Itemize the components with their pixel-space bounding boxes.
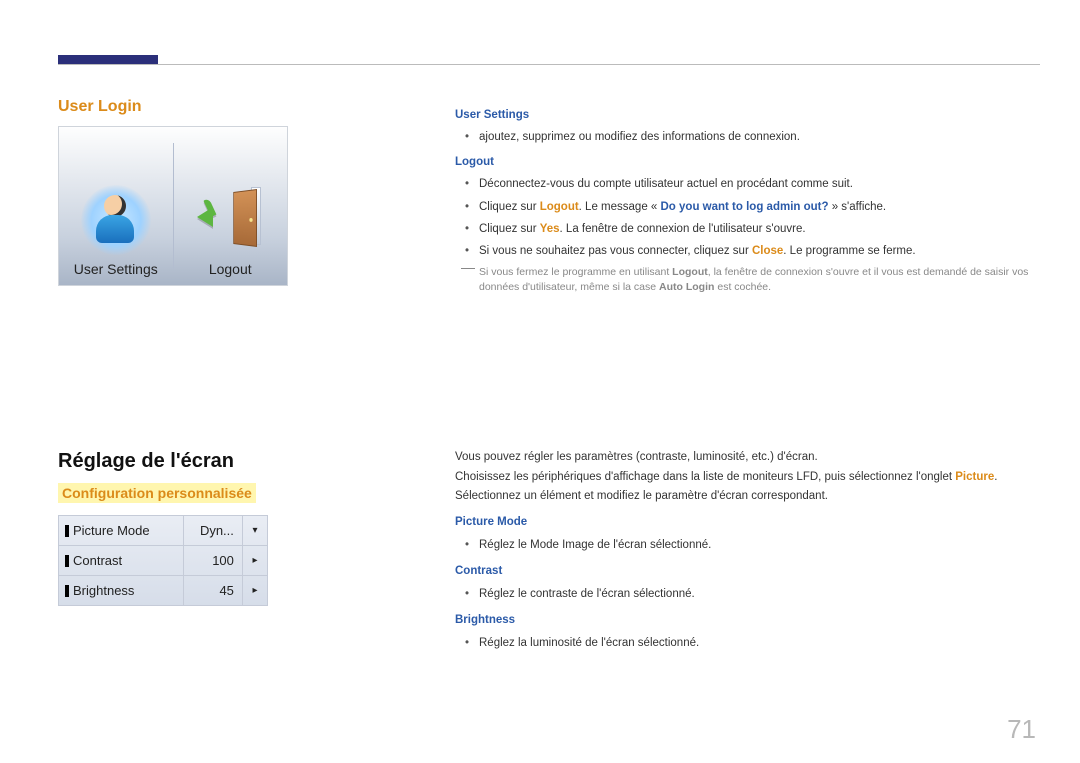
user-login-heading: User Login: [58, 98, 288, 116]
logout-note: Si vous fermez le programme en utilisant…: [479, 265, 1040, 297]
paragraph: Vous pouvez régler les paramètres (contr…: [455, 448, 1040, 468]
row-marker-icon: [65, 585, 69, 597]
user-login-section: User Login User Settings Logout: [58, 98, 288, 286]
picture-settings-table: Picture Mode Dyn... ▾ Contrast 100 ▸ Bri…: [58, 515, 268, 606]
list-item: Réglez le contraste de l'écran sélection…: [469, 585, 1040, 605]
screen-adjust-section: Réglage de l'écran Configuration personn…: [58, 450, 268, 606]
stepper-icon[interactable]: ▸: [242, 576, 267, 606]
stepper-icon[interactable]: ▸: [242, 546, 267, 576]
brightness-value[interactable]: 45: [184, 576, 243, 606]
list-item: Réglez le Mode Image de l'écran sélectio…: [469, 536, 1040, 556]
list-item: Si vous ne souhaitez pas vous connecter,…: [469, 242, 1040, 260]
page-number: 71: [1007, 714, 1036, 745]
picture-mode-subheading: Picture Mode: [455, 513, 1040, 533]
table-row: Brightness 45 ▸: [59, 576, 268, 606]
screen-adjust-description: Vous pouvez régler les paramètres (contr…: [455, 448, 1040, 658]
logout-label: Logout: [209, 261, 252, 277]
table-row: Picture Mode Dyn... ▾: [59, 516, 268, 546]
setting-label: Contrast: [73, 553, 122, 568]
user-settings-label: User Settings: [74, 261, 158, 277]
brightness-subheading: Brightness: [455, 611, 1040, 631]
user-login-panel: User Settings Logout: [58, 126, 288, 286]
setting-label: Picture Mode: [73, 523, 150, 538]
logout-icon: [195, 185, 265, 255]
row-marker-icon: [65, 525, 69, 537]
logout-button[interactable]: Logout: [174, 127, 288, 285]
user-settings-button[interactable]: User Settings: [59, 127, 173, 285]
list-item: Cliquez sur Logout. Le message « Do you …: [469, 198, 1040, 216]
header-rule: [58, 64, 1040, 65]
picture-mode-value[interactable]: Dyn...: [184, 516, 243, 546]
screen-adjust-heading: Réglage de l'écran: [58, 450, 268, 473]
user-login-description: User Settings ajoutez, supprimez ou modi…: [455, 100, 1040, 296]
user-settings-icon: [81, 185, 151, 255]
user-settings-subheading: User Settings: [455, 106, 1040, 124]
paragraph: Choisissez les périphériques d'affichage…: [455, 468, 1040, 488]
contrast-value[interactable]: 100: [184, 546, 243, 576]
contrast-subheading: Contrast: [455, 562, 1040, 582]
list-item: Déconnectez-vous du compte utilisateur a…: [469, 175, 1040, 193]
list-item: Cliquez sur Yes. La fenêtre de connexion…: [469, 220, 1040, 238]
setting-label: Brightness: [73, 583, 134, 598]
logout-subheading: Logout: [455, 153, 1040, 171]
list-item: Réglez la luminosité de l'écran sélectio…: [469, 634, 1040, 654]
custom-config-heading: Configuration personnalisée: [58, 483, 256, 503]
table-row: Contrast 100 ▸: [59, 546, 268, 576]
list-item: ajoutez, supprimez ou modifiez des infor…: [469, 128, 1040, 146]
dropdown-icon[interactable]: ▾: [242, 516, 267, 546]
row-marker-icon: [65, 555, 69, 567]
paragraph: Sélectionnez un élément et modifiez le p…: [455, 487, 1040, 507]
